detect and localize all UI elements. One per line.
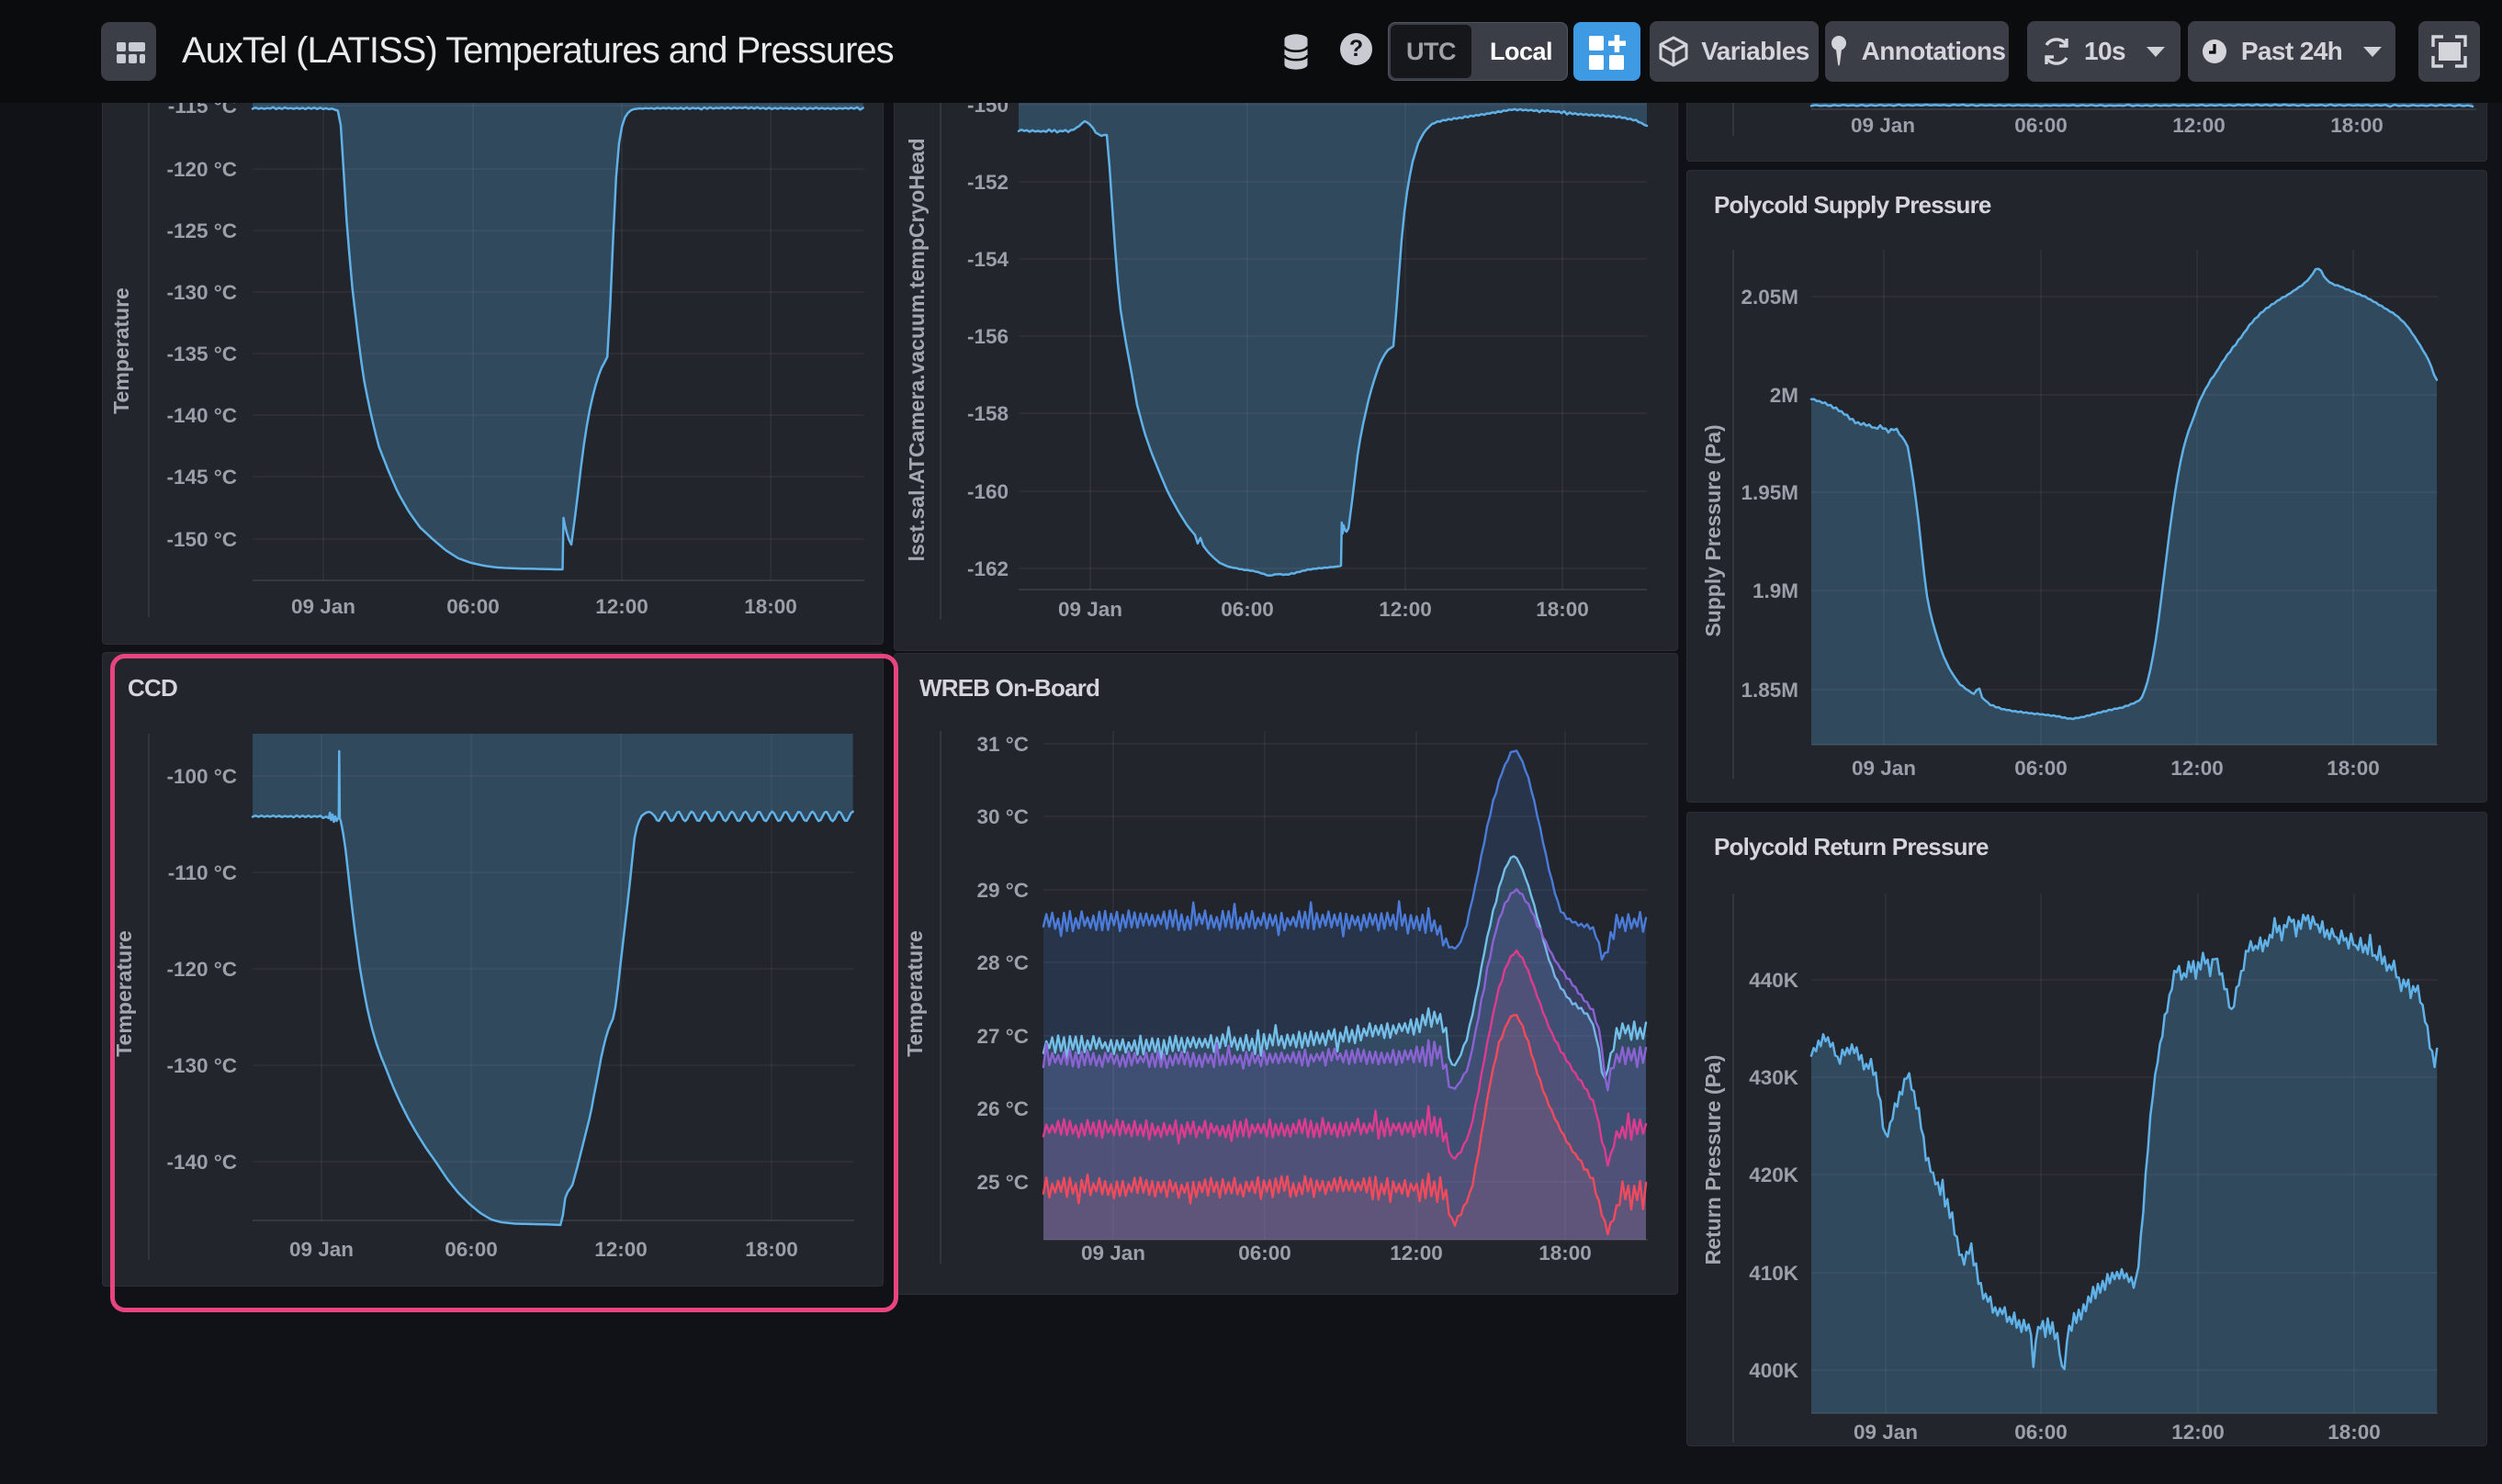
svg-text:-154: -154 [967,248,1009,271]
svg-text:27 °C: 27 °C [976,1025,1029,1048]
svg-text:2.05M: 2.05M [1741,286,1798,309]
svg-text:Supply Pressure (Pa): Supply Pressure (Pa) [1701,424,1725,636]
svg-text:06:00: 06:00 [2014,114,2068,137]
svg-text:18:00: 18:00 [1538,1242,1592,1265]
svg-text:-160: -160 [967,480,1009,503]
svg-text:18:00: 18:00 [2327,1421,2381,1444]
svg-text:06:00: 06:00 [446,595,500,618]
svg-text:-152: -152 [967,171,1009,194]
svg-text:09 Jan: 09 Jan [1058,598,1122,621]
svg-text:Temperature: Temperature [903,930,927,1057]
svg-text:12:00: 12:00 [1379,598,1432,621]
svg-text:420K: 420K [1749,1164,1799,1186]
svg-text:09 Jan: 09 Jan [1854,1421,1918,1444]
svg-text:12:00: 12:00 [1390,1242,1443,1265]
svg-text:18:00: 18:00 [744,595,797,618]
svg-text:-140 °C: -140 °C [166,404,237,427]
svg-text:06:00: 06:00 [2014,1421,2068,1444]
svg-text:09 Jan: 09 Jan [291,595,355,618]
svg-text:-130 °C: -130 °C [166,281,237,304]
svg-text:09 Jan: 09 Jan [1851,114,1915,137]
svg-text:400K: 400K [1749,1359,1799,1382]
svg-text:30 °C: 30 °C [976,805,1029,828]
svg-text:2M: 2M [1770,384,1798,407]
svg-text:Return Pressure (Pa): Return Pressure (Pa) [1701,1055,1725,1265]
svg-text:12:00: 12:00 [595,595,648,618]
svg-text:440K: 440K [1749,969,1799,992]
svg-text:25 °C: 25 °C [976,1171,1029,1194]
svg-text:-150 °C: -150 °C [166,528,237,551]
svg-text:1.95M: 1.95M [1741,481,1798,504]
svg-text:26 °C: 26 °C [976,1097,1029,1120]
svg-text:31 °C: 31 °C [976,733,1029,756]
svg-text:-120 °C: -120 °C [166,158,237,181]
svg-text:06:00: 06:00 [2014,757,2068,780]
svg-text:29 °C: 29 °C [976,879,1029,902]
svg-text:12:00: 12:00 [2172,114,2226,137]
svg-text:-158: -158 [967,402,1009,425]
svg-text:-125 °C: -125 °C [166,219,237,242]
svg-text:Temperature: Temperature [109,287,133,414]
svg-text:12:00: 12:00 [2171,1421,2225,1444]
svg-text:lsst.sal.ATCamera.vacuum.tempC: lsst.sal.ATCamera.vacuum.tempCryoHead [905,138,929,561]
svg-text:18:00: 18:00 [1536,598,1589,621]
svg-text:09 Jan: 09 Jan [1852,757,1916,780]
svg-text:06:00: 06:00 [1221,598,1274,621]
svg-text:12:00: 12:00 [2170,757,2224,780]
svg-text:-145 °C: -145 °C [166,466,237,489]
svg-text:28 °C: 28 °C [976,951,1029,974]
svg-text:09 Jan: 09 Jan [1081,1242,1145,1265]
svg-text:18:00: 18:00 [2330,114,2384,137]
svg-text:-162: -162 [967,557,1009,580]
svg-text:-156: -156 [967,325,1009,348]
svg-text:430K: 430K [1749,1066,1799,1089]
svg-text:-135 °C: -135 °C [166,343,237,365]
svg-text:410K: 410K [1749,1262,1799,1285]
svg-text:18:00: 18:00 [2327,757,2380,780]
svg-text:1.85M: 1.85M [1741,679,1798,702]
svg-text:1.9M: 1.9M [1753,579,1798,602]
svg-text:06:00: 06:00 [1238,1242,1291,1265]
